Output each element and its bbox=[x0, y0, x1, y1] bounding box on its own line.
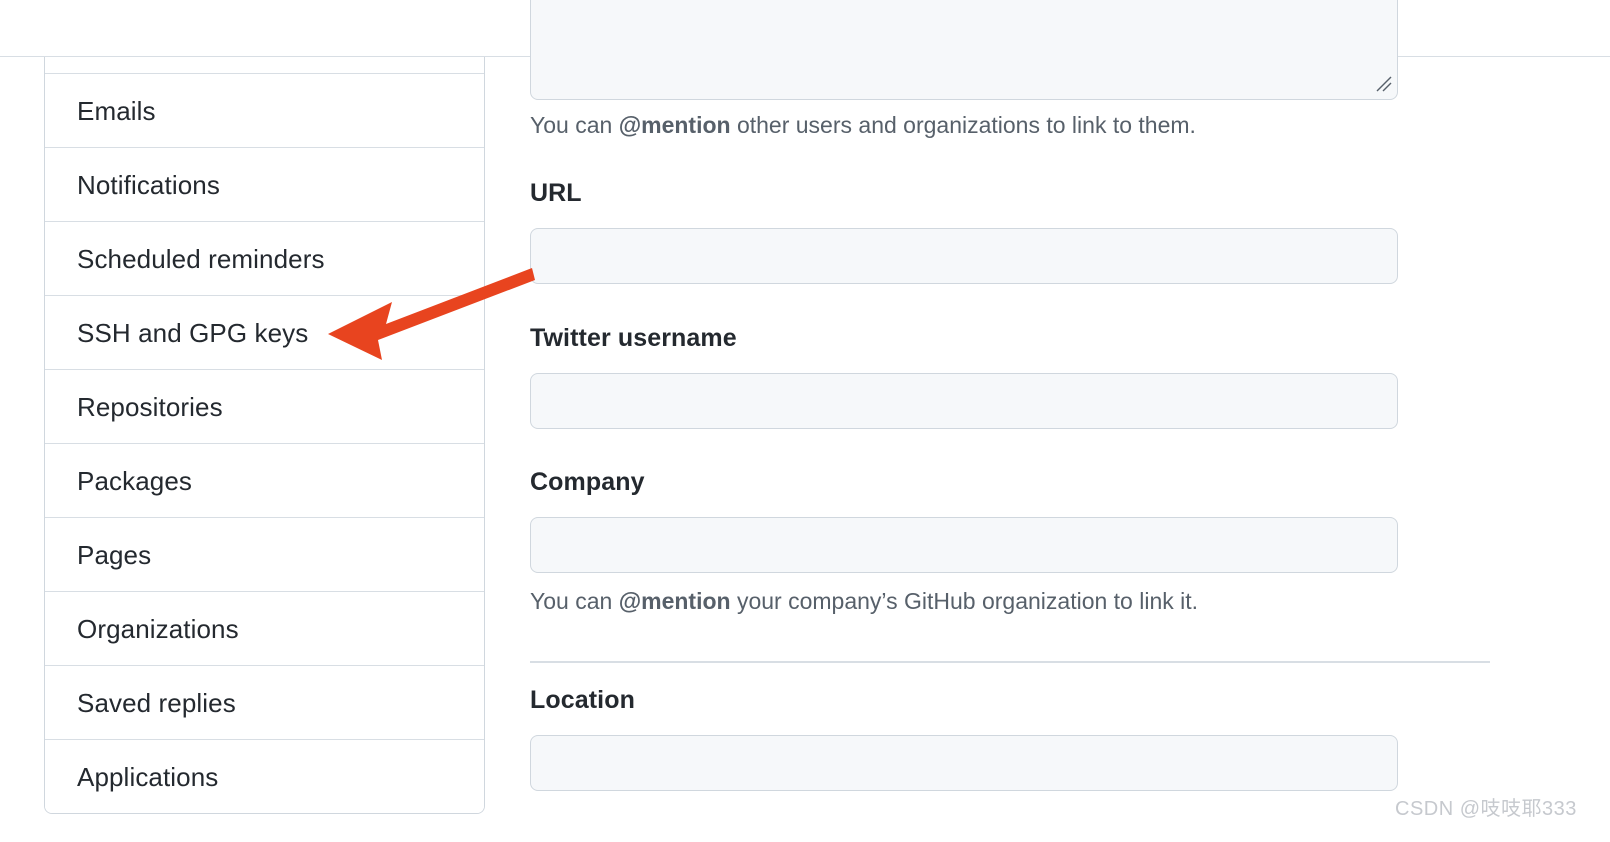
url-label: URL bbox=[530, 179, 582, 207]
sidebar-item-scheduled-reminders[interactable]: Scheduled reminders bbox=[45, 221, 484, 295]
sidebar-item-organizations[interactable]: Organizations bbox=[45, 591, 484, 665]
sidebar-item-saved-replies[interactable]: Saved replies bbox=[45, 665, 484, 739]
sidebar-item-notifications[interactable]: Notifications bbox=[45, 147, 484, 221]
bio-help-text: You can @mention other users and organiz… bbox=[530, 110, 1196, 140]
bio-help-suffix: other users and organizations to link to… bbox=[730, 112, 1196, 138]
location-label: Location bbox=[530, 686, 635, 714]
company-help-prefix: You can bbox=[530, 588, 619, 614]
company-help-mention: @mention bbox=[618, 588, 731, 614]
sidebar-item-ssh-and-gpg-keys[interactable]: SSH and GPG keys bbox=[45, 295, 484, 369]
sidebar-item-label: Notifications bbox=[77, 170, 220, 200]
bio-help-prefix: You can bbox=[530, 112, 619, 138]
sidebar-item-emails[interactable]: Emails bbox=[45, 73, 484, 147]
url-input[interactable] bbox=[530, 228, 1398, 284]
company-help-suffix: your company’s GitHub organization to li… bbox=[730, 588, 1199, 614]
sidebar-item-label: Applications bbox=[77, 762, 219, 792]
sidebar-item-packages[interactable]: Packages bbox=[45, 443, 484, 517]
sidebar-item-label: Emails bbox=[77, 96, 156, 126]
sidebar-item-label: Packages bbox=[77, 466, 192, 496]
company-field-block: Company bbox=[530, 467, 645, 497]
sidebar-item-pages[interactable]: Pages bbox=[45, 517, 484, 591]
sidebar-item-label: Pages bbox=[77, 540, 152, 570]
sidebar-item-label: Scheduled reminders bbox=[77, 244, 325, 274]
sidebar-item-label: Saved replies bbox=[77, 688, 236, 718]
twitter-field-block: Twitter username bbox=[530, 323, 737, 353]
bio-help-mention: @mention bbox=[618, 112, 731, 138]
sidebar-item-applications[interactable]: Applications bbox=[45, 739, 484, 813]
company-input[interactable] bbox=[530, 517, 1398, 573]
bio-help-text-block: You can @mention other users and organiz… bbox=[530, 110, 1196, 140]
url-field-block: URL bbox=[530, 178, 582, 208]
bio-textarea[interactable] bbox=[530, 0, 1398, 100]
twitter-username-label: Twitter username bbox=[530, 324, 737, 352]
sidebar-item-partial-top bbox=[45, 57, 484, 73]
settings-sidebar: Emails Notifications Scheduled reminders… bbox=[44, 57, 485, 814]
company-help-text-block: You can @mention your company’s GitHub o… bbox=[530, 586, 1198, 616]
sidebar-item-label: Organizations bbox=[77, 614, 239, 644]
twitter-username-input[interactable] bbox=[530, 373, 1398, 429]
location-input[interactable] bbox=[530, 735, 1398, 791]
csdn-watermark: CSDN @吱吱耶333 bbox=[1395, 798, 1577, 820]
sidebar-item-label: Repositories bbox=[77, 392, 223, 422]
company-help-text: You can @mention your company’s GitHub o… bbox=[530, 586, 1198, 616]
section-divider bbox=[530, 661, 1490, 663]
sidebar-item-repositories[interactable]: Repositories bbox=[45, 369, 484, 443]
company-label: Company bbox=[530, 468, 645, 496]
sidebar-item-label: SSH and GPG keys bbox=[77, 318, 309, 348]
location-field-block: Location bbox=[530, 685, 635, 715]
